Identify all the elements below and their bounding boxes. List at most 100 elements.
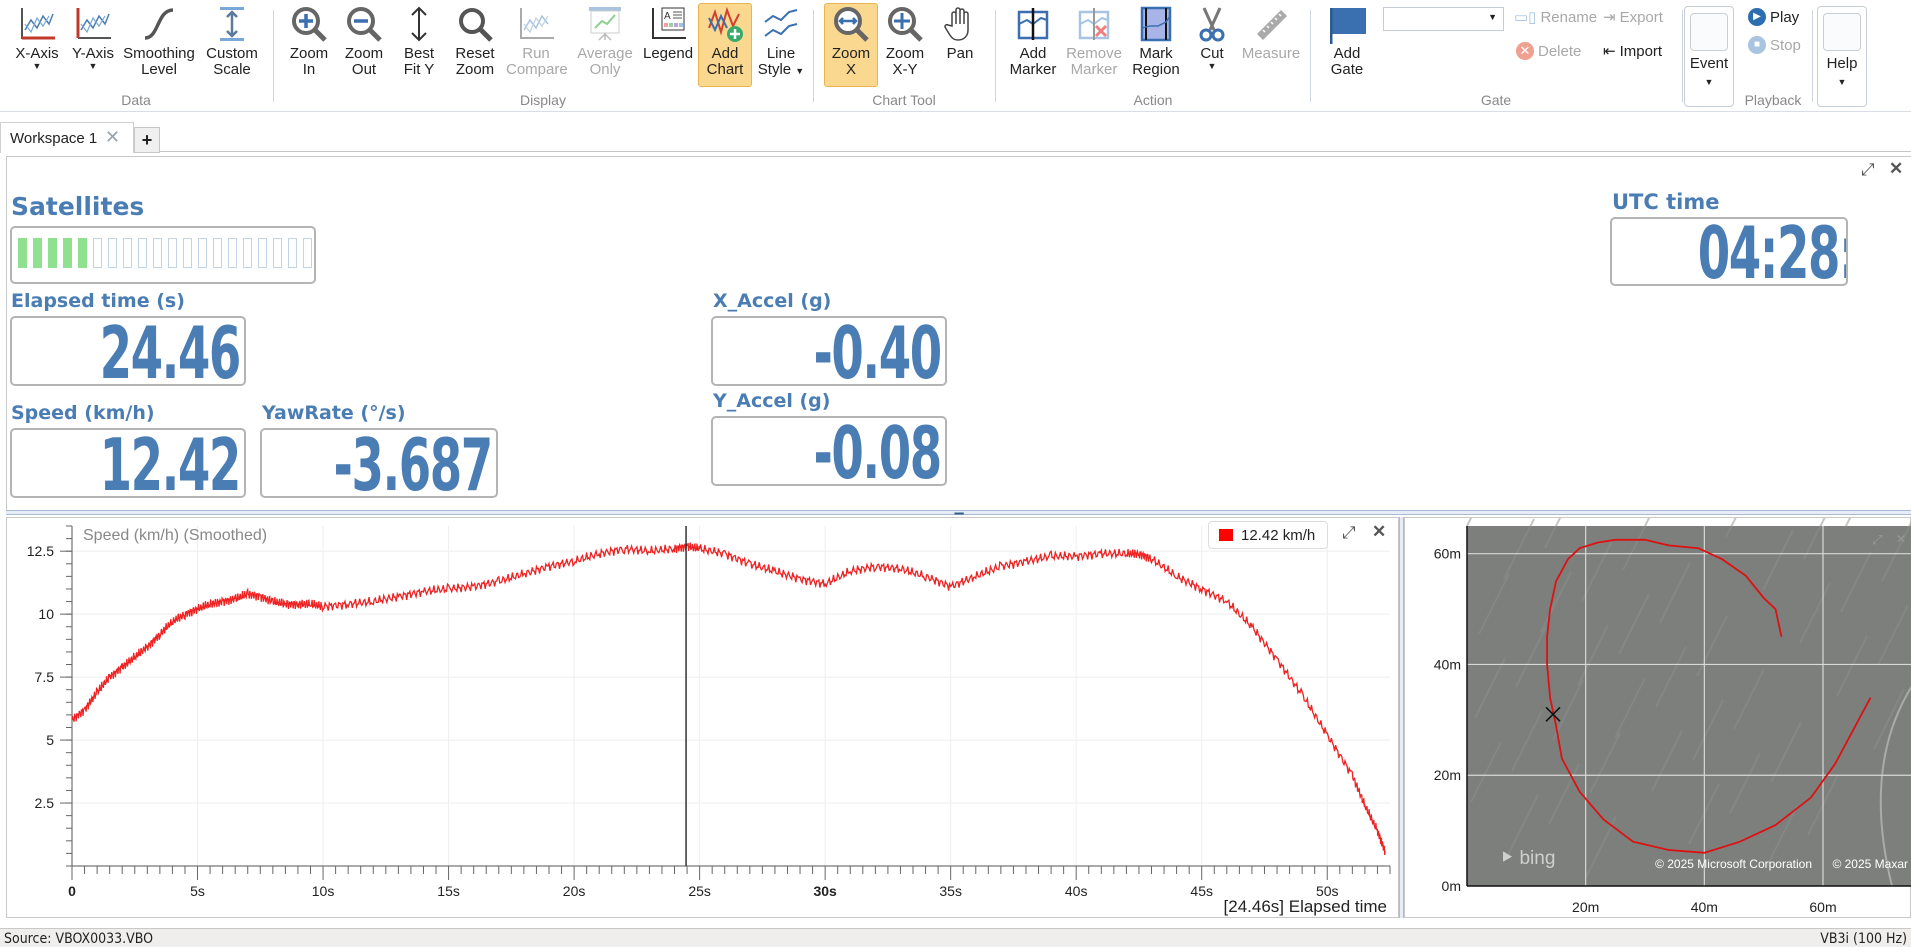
satellite-imagery (1467, 526, 1911, 886)
source-file: Source: VBOX0033.VBO (4, 931, 154, 947)
satellite-bar (18, 238, 27, 268)
y-accel-value: -0.08 (711, 416, 947, 486)
event-label: Event (1689, 55, 1729, 72)
satellite-bar (303, 238, 312, 268)
help-label: Help (1826, 55, 1858, 72)
x-tick-label: 15s (437, 883, 460, 899)
plus-icon: + (141, 130, 153, 150)
x-tick-label: 45s (1190, 883, 1213, 899)
satellite-bar (183, 238, 192, 268)
help-icon (1823, 13, 1861, 51)
add-tab-button[interactable]: + (134, 127, 160, 153)
x-accel-label: X_Accel (g) (713, 290, 832, 312)
close-icon: ✕ (1896, 532, 1906, 546)
y-tick-label: 10 (38, 606, 54, 622)
x-tick-label: 0 (68, 883, 76, 899)
expand-icon[interactable]: ⤢ (1342, 523, 1356, 543)
satellite-bar (198, 238, 207, 268)
tab-workspace-1[interactable]: Workspace 1 ✕ (0, 122, 134, 153)
satellite-bar (168, 238, 177, 268)
speed-text: 12.42 (99, 428, 242, 498)
display-group: Display (274, 2, 812, 108)
status-bar: Source: VBOX0033.VBO VB3i (100 Hz) (0, 928, 1911, 947)
horizontal-splitter[interactable]: ▪▪▪▪▪ (6, 509, 1911, 518)
y-tick-label: 7.5 (35, 669, 55, 685)
terrain-streak (1466, 465, 1498, 527)
y-tick-label: 40m (1434, 656, 1461, 672)
bing-logo: ⯈ bing (1499, 848, 1555, 869)
satellite-bar (48, 238, 57, 268)
y-tick-label: 0m (1442, 878, 1461, 894)
x-tick-label: 20m (1572, 899, 1599, 915)
event-icon (1690, 13, 1728, 51)
data-group: Data (0, 2, 272, 108)
event-button[interactable]: Event ▼ (1684, 6, 1734, 107)
chart-title: Speed (km/h) (Smoothed) (83, 527, 267, 544)
y-tick-label: 60m (1434, 546, 1461, 562)
utc-time-text: 04:28:27 (1697, 217, 1846, 286)
close-icon[interactable]: ✕ (1372, 522, 1386, 542)
y-tick-label: 2.5 (35, 795, 55, 811)
y-tick-label: 5 (46, 732, 54, 748)
satellite-bar (243, 238, 252, 268)
device-info: VB3i (100 Hz) (1820, 931, 1907, 947)
x-tick-label: 25s (688, 883, 711, 899)
utc-time-label: UTC time (1612, 190, 1720, 214)
y-tick-label: 20m (1434, 767, 1461, 783)
playback-group: Playback (1736, 2, 1810, 108)
grip-icon: ▪▪▪▪▪ (954, 509, 964, 518)
elapsed-time-text: 24.46 (99, 316, 242, 386)
action-group: Action (996, 2, 1310, 108)
x-tick-label: 10s (312, 883, 335, 899)
satellite-bar (258, 238, 267, 268)
satellite-bar (33, 238, 42, 268)
playback-group-label: Playback (1744, 92, 1802, 108)
chevron-down-icon: ▼ (1704, 77, 1714, 87)
chevron-down-icon: ▼ (1837, 77, 1847, 87)
help-button[interactable]: Help ▼ (1817, 6, 1867, 107)
satellite-bar (138, 238, 147, 268)
map-attribution: © 2025 Microsoft Corporation (1655, 857, 1812, 871)
x-tick-label: 40s (1065, 883, 1088, 899)
y-tick-label: 12.5 (27, 543, 54, 559)
x-accel-value: -0.40 (711, 316, 947, 386)
x-accel-text: -0.40 (813, 316, 943, 386)
satellite-bar (108, 238, 117, 268)
satellite-bar (123, 238, 132, 268)
speed-chart[interactable]: 2.5 5 7.5 10 12.5 0 5s 10s 15s 20s 25s 30s 35s 40s 45s… (7, 518, 1400, 919)
legend-entry-label: 12.42 km/h (1241, 526, 1316, 544)
tab-label: Workspace 1 (10, 130, 98, 147)
satellite-bar (288, 238, 297, 268)
x-tick-label: 30s (813, 883, 837, 899)
speed-label: Speed (km/h) (11, 402, 155, 424)
satellite-bar (78, 238, 87, 268)
x-tick-label: 35s (939, 883, 962, 899)
close-icon[interactable]: ✕ (1889, 159, 1903, 179)
workspace-tab-bar: Workspace 1 ✕ + (0, 122, 1911, 153)
x-tick-label: 40m (1691, 899, 1718, 915)
yawrate-value: -3.687 (260, 428, 498, 498)
elapsed-time-label: Elapsed time (s) (11, 290, 185, 312)
utc-time-value: 04:28:27 (1610, 217, 1848, 286)
chart-legend: 12.42 km/h (1208, 521, 1328, 549)
yawrate-label: YawRate (°/s) (262, 402, 406, 424)
close-icon[interactable]: ✕ (105, 127, 120, 148)
chart-tool-group: Chart Tool (814, 2, 994, 108)
satellite-bar (63, 238, 72, 268)
satellite-bar (93, 238, 102, 268)
expand-icon: ⤢ (1872, 532, 1882, 547)
satellite-bar (273, 238, 282, 268)
chart-tool-group-label: Chart Tool (872, 92, 936, 108)
divider (1682, 10, 1683, 102)
expand-icon[interactable]: ⤢ (1861, 160, 1875, 180)
x-tick-label: 60m (1809, 899, 1836, 915)
yawrate-text: -3.687 (333, 428, 494, 498)
satellite-bar (228, 238, 237, 268)
gps-map[interactable]: 20m 40m 60m 0m 20m 40m 60m ⯈ bing © 2025 Microso… (1405, 465, 1911, 919)
x-tick-label: 5s (190, 883, 205, 899)
satellites-indicator (10, 226, 316, 284)
display-group-label: Display (520, 92, 566, 108)
x-axis-title: [24.46s] Elapsed time (1224, 897, 1387, 916)
y-accel-label: Y_Accel (g) (713, 390, 831, 412)
map-panel: 20m 40m 60m 0m 20m 40m 60m ⯈ bing © 2025 Microso… (1404, 465, 1911, 919)
